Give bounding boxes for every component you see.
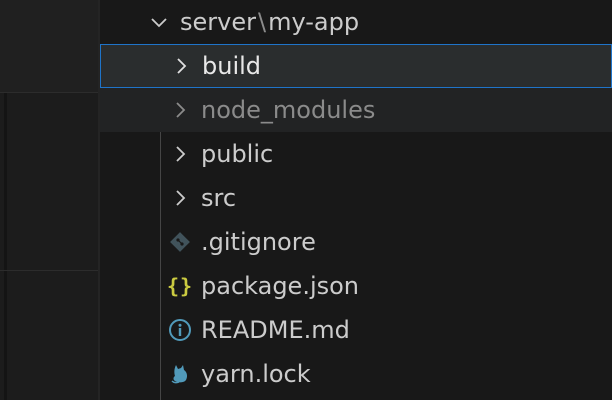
chevron-right-icon[interactable] bbox=[167, 141, 193, 167]
panel-divider bbox=[0, 270, 100, 271]
tree-item-label: yarn.lock bbox=[201, 360, 311, 388]
tree-item-build[interactable]: build bbox=[100, 44, 612, 88]
tree-item-node-modules[interactable]: node_modules bbox=[100, 88, 612, 132]
tree-item-src[interactable]: src bbox=[100, 176, 612, 220]
git-icon bbox=[167, 229, 193, 255]
folder-path-part: server bbox=[180, 8, 256, 36]
chevron-right-icon[interactable] bbox=[167, 97, 193, 123]
json-braces-icon: {} bbox=[166, 274, 194, 298]
yarn-cat-icon bbox=[167, 361, 193, 387]
tree-item-gitignore[interactable]: .gitignore bbox=[100, 220, 612, 264]
info-icon bbox=[167, 317, 193, 343]
panel-band bbox=[0, 0, 100, 92]
path-separator: \ bbox=[257, 8, 267, 36]
tree-item-label: node_modules bbox=[201, 96, 376, 124]
chevron-right-icon[interactable] bbox=[167, 185, 193, 211]
explorer-window: server \ my-app build node_modules publi… bbox=[0, 0, 612, 400]
tree-item-package-json[interactable]: {} package.json bbox=[100, 264, 612, 308]
tree-item-label: public bbox=[201, 140, 274, 168]
folder-path-part: my-app bbox=[268, 8, 360, 36]
tree-item-public[interactable]: public bbox=[100, 132, 612, 176]
file-explorer-tree: server \ my-app build node_modules publi… bbox=[100, 0, 612, 400]
tree-item-label: src bbox=[201, 184, 237, 212]
folder-server-my-app[interactable]: server \ my-app bbox=[100, 0, 612, 44]
tree-item-label: build bbox=[202, 52, 262, 80]
left-panel-strip bbox=[0, 0, 100, 400]
panel-divider bbox=[0, 92, 100, 93]
tree-item-readme[interactable]: README.md bbox=[100, 308, 612, 352]
tree-item-label: README.md bbox=[201, 316, 350, 344]
chevron-down-icon[interactable] bbox=[146, 9, 172, 35]
tree-item-yarn-lock[interactable]: yarn.lock bbox=[100, 352, 612, 396]
tree-item-label: .gitignore bbox=[201, 228, 316, 256]
tree-item-label: package.json bbox=[201, 272, 360, 300]
chevron-right-icon[interactable] bbox=[168, 53, 194, 79]
